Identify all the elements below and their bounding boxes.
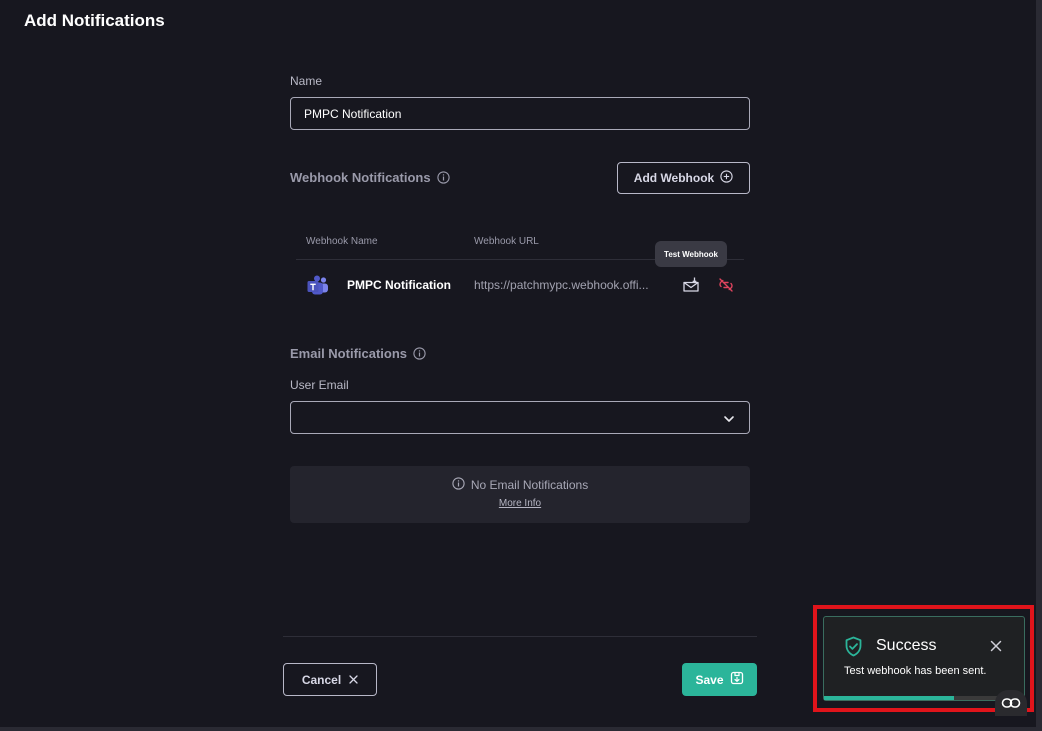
chevron-down-icon: [723, 412, 735, 430]
table-row: PMPC Notification https://patchmypc.webh…: [296, 262, 744, 308]
webhook-row-url: https://patchmypc.webhook.offi...: [474, 278, 649, 292]
name-label: Name: [290, 74, 323, 88]
empty-message-text: No Email Notifications: [470, 478, 589, 492]
email-section-title: Email Notifications: [290, 346, 426, 361]
column-header-webhook-url: Webhook URL: [474, 236, 539, 247]
plus-circle-icon: [720, 170, 733, 186]
cancel-button[interactable]: Cancel: [283, 663, 377, 696]
footer-divider: [283, 636, 757, 637]
success-toast: Success Test webhook has been sent.: [823, 616, 1025, 701]
page-title: Add Notifications: [24, 11, 165, 30]
save-label: Save: [695, 672, 724, 687]
toast-progress-bar: [824, 696, 954, 700]
column-header-webhook-name: Webhook Name: [306, 236, 378, 247]
horizontal-scrollbar[interactable]: [0, 727, 1036, 731]
toast-message: Test webhook has been sent.: [844, 665, 987, 677]
add-webhook-button[interactable]: Add Webhook: [617, 162, 750, 194]
toast-progress-track: [824, 696, 1024, 700]
info-icon: [452, 477, 465, 493]
info-icon[interactable]: [413, 347, 426, 360]
chain-link-icon: [1001, 698, 1021, 708]
toast-title: Success: [876, 637, 937, 654]
close-icon: [349, 673, 358, 687]
unlink-webhook-button[interactable]: [716, 275, 736, 295]
close-icon: [990, 640, 1002, 652]
microsoft-teams-icon: [306, 274, 330, 298]
shield-check-icon: [844, 636, 863, 662]
vertical-scrollbar[interactable]: [1036, 0, 1042, 731]
webhook-section-label: Webhook Notifications: [290, 170, 431, 185]
chain-link-button[interactable]: [995, 690, 1027, 716]
link-off-icon: [719, 278, 733, 292]
email-section-label: Email Notifications: [290, 346, 408, 361]
toast-close-button[interactable]: [987, 637, 1005, 655]
more-info-link[interactable]: More Info: [290, 498, 750, 509]
user-email-label: User Email: [290, 378, 349, 392]
cancel-label: Cancel: [301, 672, 342, 687]
empty-message: No Email Notifications: [290, 477, 750, 493]
webhook-section-title: Webhook Notifications: [290, 170, 450, 185]
webhook-row-name: PMPC Notification: [347, 278, 451, 292]
info-icon[interactable]: [436, 171, 450, 184]
name-input[interactable]: [290, 97, 750, 130]
save-icon: [730, 671, 744, 688]
test-webhook-button[interactable]: [681, 275, 701, 295]
user-email-select[interactable]: [290, 401, 750, 434]
save-button[interactable]: Save: [682, 663, 757, 696]
add-webhook-label: Add Webhook: [633, 171, 715, 185]
mail-send-icon: [683, 277, 699, 292]
email-empty-state: No Email Notifications More Info: [290, 466, 750, 523]
